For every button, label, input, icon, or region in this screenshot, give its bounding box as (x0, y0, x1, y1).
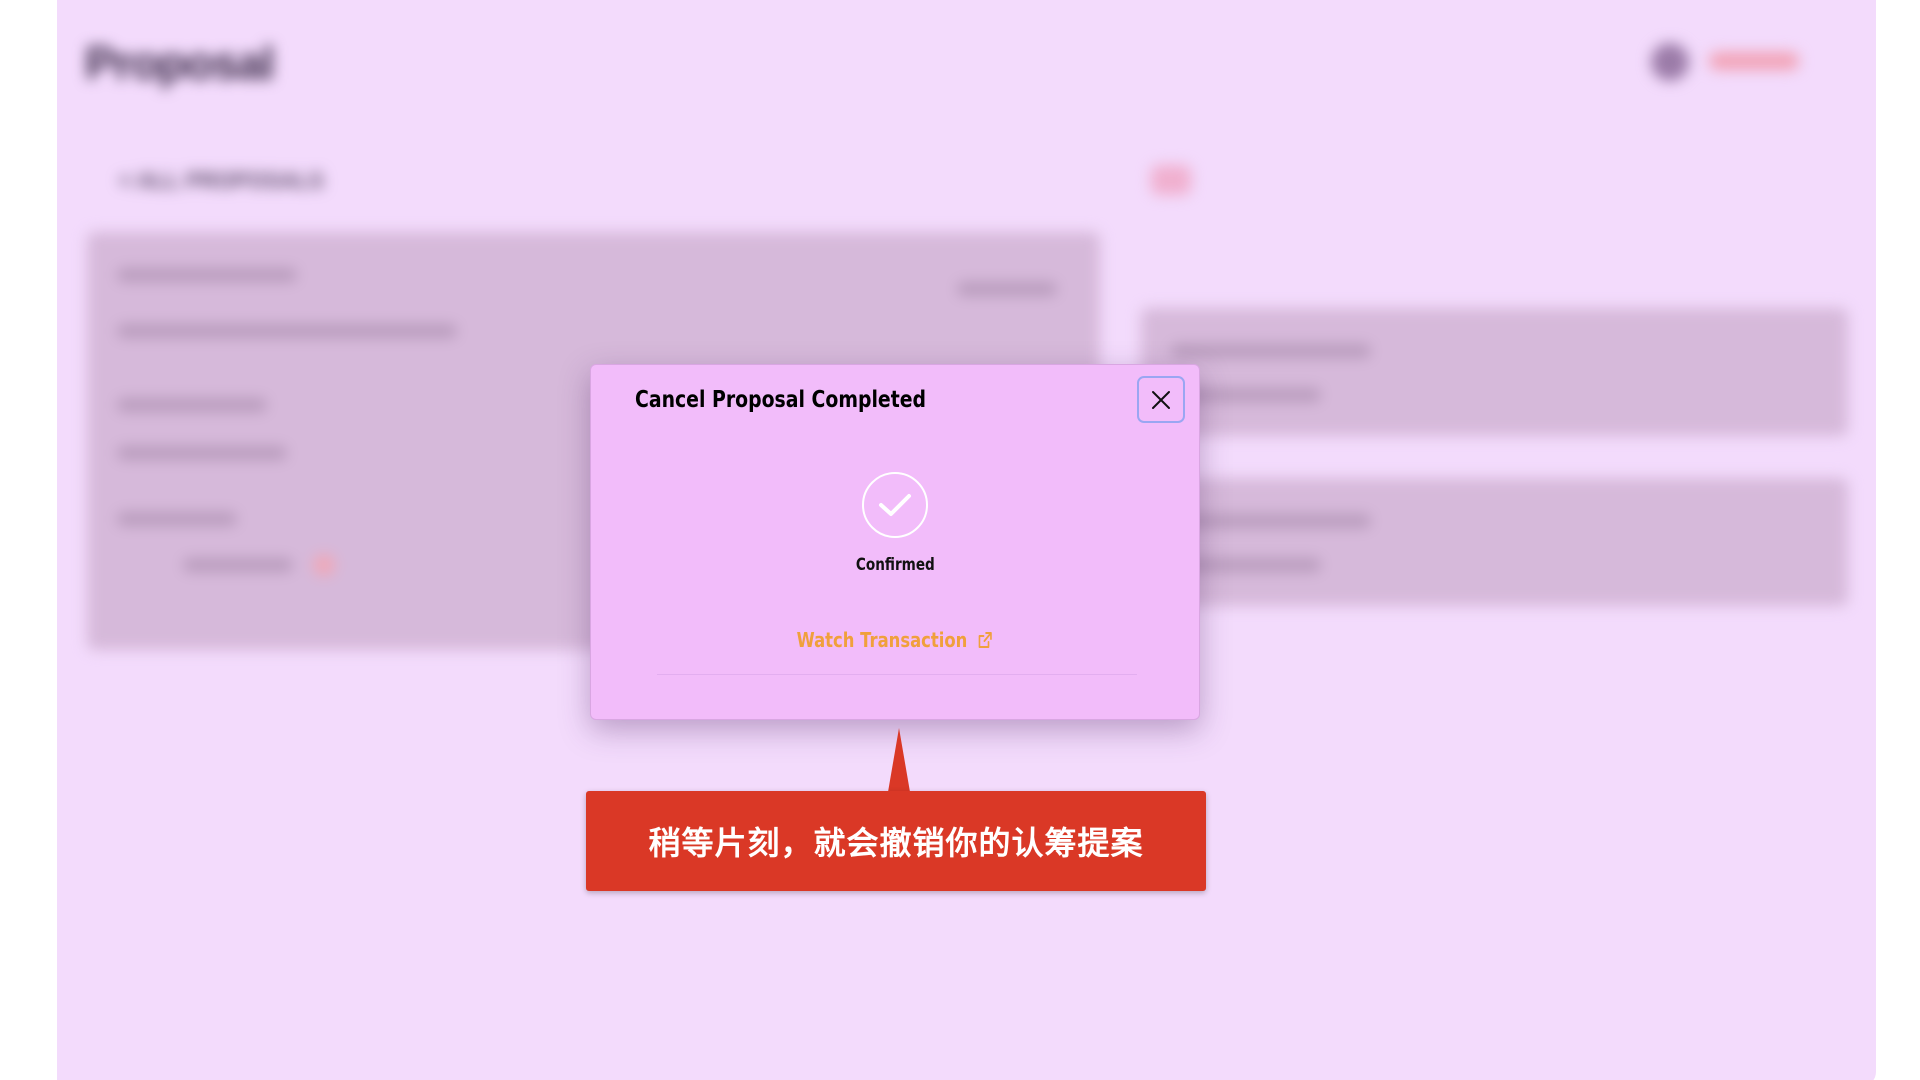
watch-transaction-link[interactable]: Watch Transaction (591, 628, 1199, 652)
proposal-card (1141, 308, 1848, 436)
check-circle-icon (862, 472, 928, 538)
watch-transaction-label: Watch Transaction (796, 628, 968, 652)
wallet-address-pill (1709, 52, 1799, 70)
placeholder-line (117, 512, 237, 526)
checkmark-icon (879, 494, 911, 516)
page-title: Proposal (85, 37, 275, 89)
placeholder-line (117, 324, 457, 338)
back-link: < ALL PROPOSALS (119, 168, 324, 193)
external-link-icon (978, 632, 992, 648)
placeholder-line (117, 398, 267, 412)
status-label: Confirmed (591, 555, 1199, 575)
placeholder-line (957, 282, 1057, 296)
wallet-avatar-icon (1651, 43, 1689, 81)
close-icon (1152, 390, 1170, 409)
divider (657, 674, 1137, 675)
callout-text: 稍等片刻，就会撤销你的认筹提案 (648, 824, 1144, 862)
modal-title: Cancel Proposal Completed (635, 387, 927, 413)
status-dot-icon (313, 554, 335, 576)
annotation-callout: 稍等片刻，就会撤销你的认筹提案 (586, 791, 1206, 891)
status-text: Confirmed (855, 555, 935, 575)
placeholder-line (1171, 344, 1371, 358)
placeholder-line (183, 558, 293, 572)
proposal-card (1141, 478, 1848, 606)
placeholder-line (1171, 514, 1371, 528)
status-chip (1151, 165, 1191, 195)
close-button[interactable] (1137, 376, 1185, 423)
confirmation-modal: Cancel Proposal Completed Confirmed Watc… (590, 364, 1200, 720)
placeholder-line (117, 268, 297, 282)
placeholder-line (117, 446, 287, 460)
